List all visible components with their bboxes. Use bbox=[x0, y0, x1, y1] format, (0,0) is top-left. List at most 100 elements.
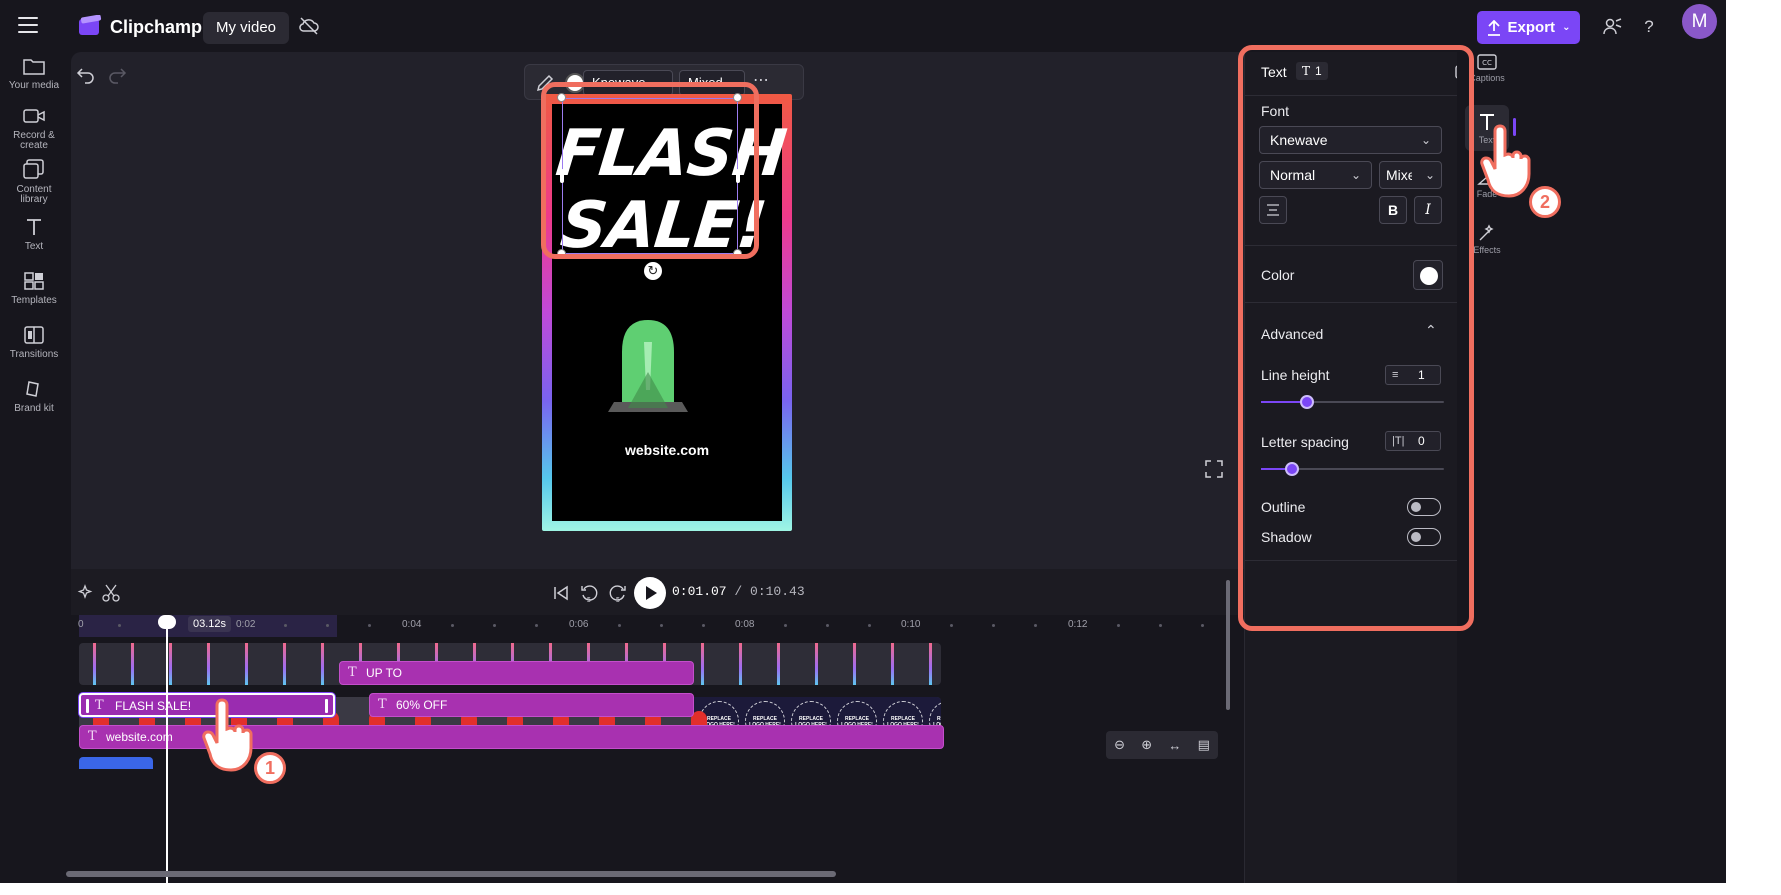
fullscreen-icon[interactable] bbox=[1205, 460, 1223, 478]
sidebar-item-content-library[interactable]: Content library bbox=[0, 159, 68, 205]
website-text[interactable]: website.com bbox=[552, 442, 782, 458]
ruler-dot bbox=[1117, 624, 1120, 627]
play-icon bbox=[646, 586, 657, 600]
split-scissors-icon[interactable] bbox=[101, 583, 121, 603]
playhead[interactable] bbox=[166, 615, 168, 883]
project-name-button[interactable]: My video bbox=[203, 12, 290, 44]
timeline-view-icon[interactable]: ▤ bbox=[1198, 737, 1210, 753]
border-frame-thumb bbox=[169, 643, 172, 685]
ruler-dot bbox=[660, 624, 663, 627]
sidebar-item-label: Your media bbox=[8, 80, 60, 91]
ruler-dot bbox=[868, 624, 871, 627]
text-clip-60-off[interactable]: T 60% OFF bbox=[369, 693, 694, 717]
border-frame-thumb bbox=[93, 643, 96, 685]
playhead-knob[interactable] bbox=[158, 615, 176, 629]
fit-width-icon[interactable]: ↔ bbox=[1168, 738, 1181, 753]
sidebar-item-label: Text bbox=[24, 241, 44, 252]
sidebar-item-record-create[interactable]: Record & create bbox=[0, 107, 68, 151]
ruler-label: 0:06 bbox=[569, 619, 589, 630]
effects-icon bbox=[1479, 224, 1494, 241]
skip-back-icon[interactable] bbox=[551, 583, 571, 603]
left-sidebar: Your media Record & create Content libra… bbox=[0, 52, 68, 883]
chevron-down-icon: ⌄ bbox=[1562, 22, 1571, 33]
clipchamp-logo-icon bbox=[79, 15, 102, 35]
library-icon bbox=[23, 159, 44, 179]
border-frame-thumb bbox=[739, 643, 742, 685]
forward-5-icon[interactable]: 5 bbox=[608, 583, 628, 603]
step-2-badge: 2 bbox=[1529, 186, 1561, 218]
border-frame-thumb bbox=[815, 643, 818, 685]
zoom-controls: ⊖ ⊕ ↔ ▤ bbox=[1106, 731, 1218, 759]
sidebar-item-label: Content library bbox=[16, 184, 52, 205]
horizontal-scrollbar[interactable] bbox=[66, 871, 836, 877]
magic-icon[interactable] bbox=[75, 583, 95, 603]
transitions-icon bbox=[24, 326, 44, 344]
ruler-dot bbox=[493, 624, 496, 627]
play-button[interactable] bbox=[634, 577, 666, 609]
captions-icon: CC bbox=[1477, 54, 1497, 70]
ruler-dot bbox=[618, 624, 621, 627]
vertical-scrollbar[interactable] bbox=[1226, 580, 1230, 710]
export-label: Export bbox=[1507, 19, 1556, 36]
ruler-dot bbox=[368, 624, 371, 627]
undo-icon[interactable] bbox=[76, 64, 96, 84]
time-ruler[interactable]: 0 03.12s 0:02 0:04 0:06 0:08 0:10 0:12 bbox=[71, 615, 1403, 637]
border-frame-thumb bbox=[777, 643, 780, 685]
ruler-dot bbox=[1159, 624, 1162, 627]
ruler-dot bbox=[1034, 624, 1037, 627]
ruler-label: 0 bbox=[78, 619, 84, 630]
rewind-5-icon[interactable]: 5 bbox=[579, 583, 599, 603]
playback-bar: 5 5 0:01.07 / 0:10.43 bbox=[71, 569, 1403, 615]
ruler-dot bbox=[535, 624, 538, 627]
sidebar-item-templates[interactable]: Templates bbox=[0, 272, 68, 306]
redo-icon[interactable] bbox=[107, 64, 127, 84]
zoom-out-icon[interactable]: ⊖ bbox=[1114, 737, 1125, 753]
ruler-label: 0:12 bbox=[1068, 619, 1088, 630]
sidebar-item-text[interactable]: Text bbox=[0, 218, 68, 252]
border-frame-thumb bbox=[131, 643, 134, 685]
border-frame-thumb bbox=[929, 643, 932, 685]
preview-stage: Knewave ⌄ Mixed ⌄ ⋯ FLASH SALE! website.… bbox=[71, 52, 1403, 569]
sidebar-item-label: Record & create bbox=[13, 130, 55, 151]
border-frame-thumb bbox=[245, 643, 248, 685]
pointer-hand-icon bbox=[202, 698, 253, 772]
text-clip-label: UP TO bbox=[366, 666, 403, 680]
border-frame-thumb bbox=[321, 643, 324, 685]
text-clip-label: FLASH SALE! bbox=[115, 699, 192, 713]
trim-handle-left[interactable] bbox=[86, 699, 89, 713]
rotate-handle-icon[interactable]: ↻ bbox=[644, 262, 662, 280]
tab-label: Effects bbox=[1473, 245, 1501, 255]
export-button[interactable]: Export ⌄ bbox=[1477, 11, 1580, 44]
time-readout: 0:01.07 / 0:10.43 bbox=[672, 584, 805, 599]
total-duration: / 0:10.43 bbox=[734, 584, 805, 599]
svg-text:5: 5 bbox=[616, 596, 620, 603]
ruler-label: 0:02 bbox=[236, 619, 256, 630]
text-clip-icon: T bbox=[348, 665, 357, 680]
sidebar-item-transitions[interactable]: Transitions bbox=[0, 326, 68, 360]
sidebar-item-brand-kit[interactable]: Brand kit bbox=[0, 380, 68, 414]
text-icon bbox=[27, 219, 41, 235]
svg-text:CC: CC bbox=[1482, 59, 1492, 67]
trim-handle-right[interactable] bbox=[325, 699, 328, 713]
camera-icon bbox=[23, 109, 45, 123]
templates-icon bbox=[24, 272, 44, 290]
sidebar-item-your-media[interactable]: Your media bbox=[0, 57, 68, 91]
border-frame-thumb bbox=[891, 643, 894, 685]
ruler-dot bbox=[284, 624, 287, 627]
share-icon[interactable] bbox=[1602, 16, 1624, 38]
text-clip-icon: T bbox=[378, 697, 387, 712]
menu-icon[interactable] bbox=[18, 17, 38, 33]
text-clip-icon: T bbox=[88, 729, 97, 744]
avatar[interactable]: M bbox=[1682, 4, 1717, 39]
audio-clip[interactable] bbox=[79, 757, 153, 769]
siren-light-icon bbox=[608, 320, 688, 412]
zoom-in-icon[interactable]: ⊕ bbox=[1141, 737, 1152, 753]
sidebar-item-label: Brand kit bbox=[14, 403, 54, 414]
text-clip-label: 60% OFF bbox=[396, 698, 448, 712]
border-frame-thumb bbox=[701, 643, 704, 685]
cloud-off-icon[interactable] bbox=[298, 16, 320, 36]
ruler-dot bbox=[784, 624, 787, 627]
text-clip-up-to[interactable]: T UP TO bbox=[339, 661, 694, 685]
help-icon[interactable]: ? bbox=[1638, 16, 1660, 38]
brand-name: Clipchamp bbox=[110, 17, 203, 37]
